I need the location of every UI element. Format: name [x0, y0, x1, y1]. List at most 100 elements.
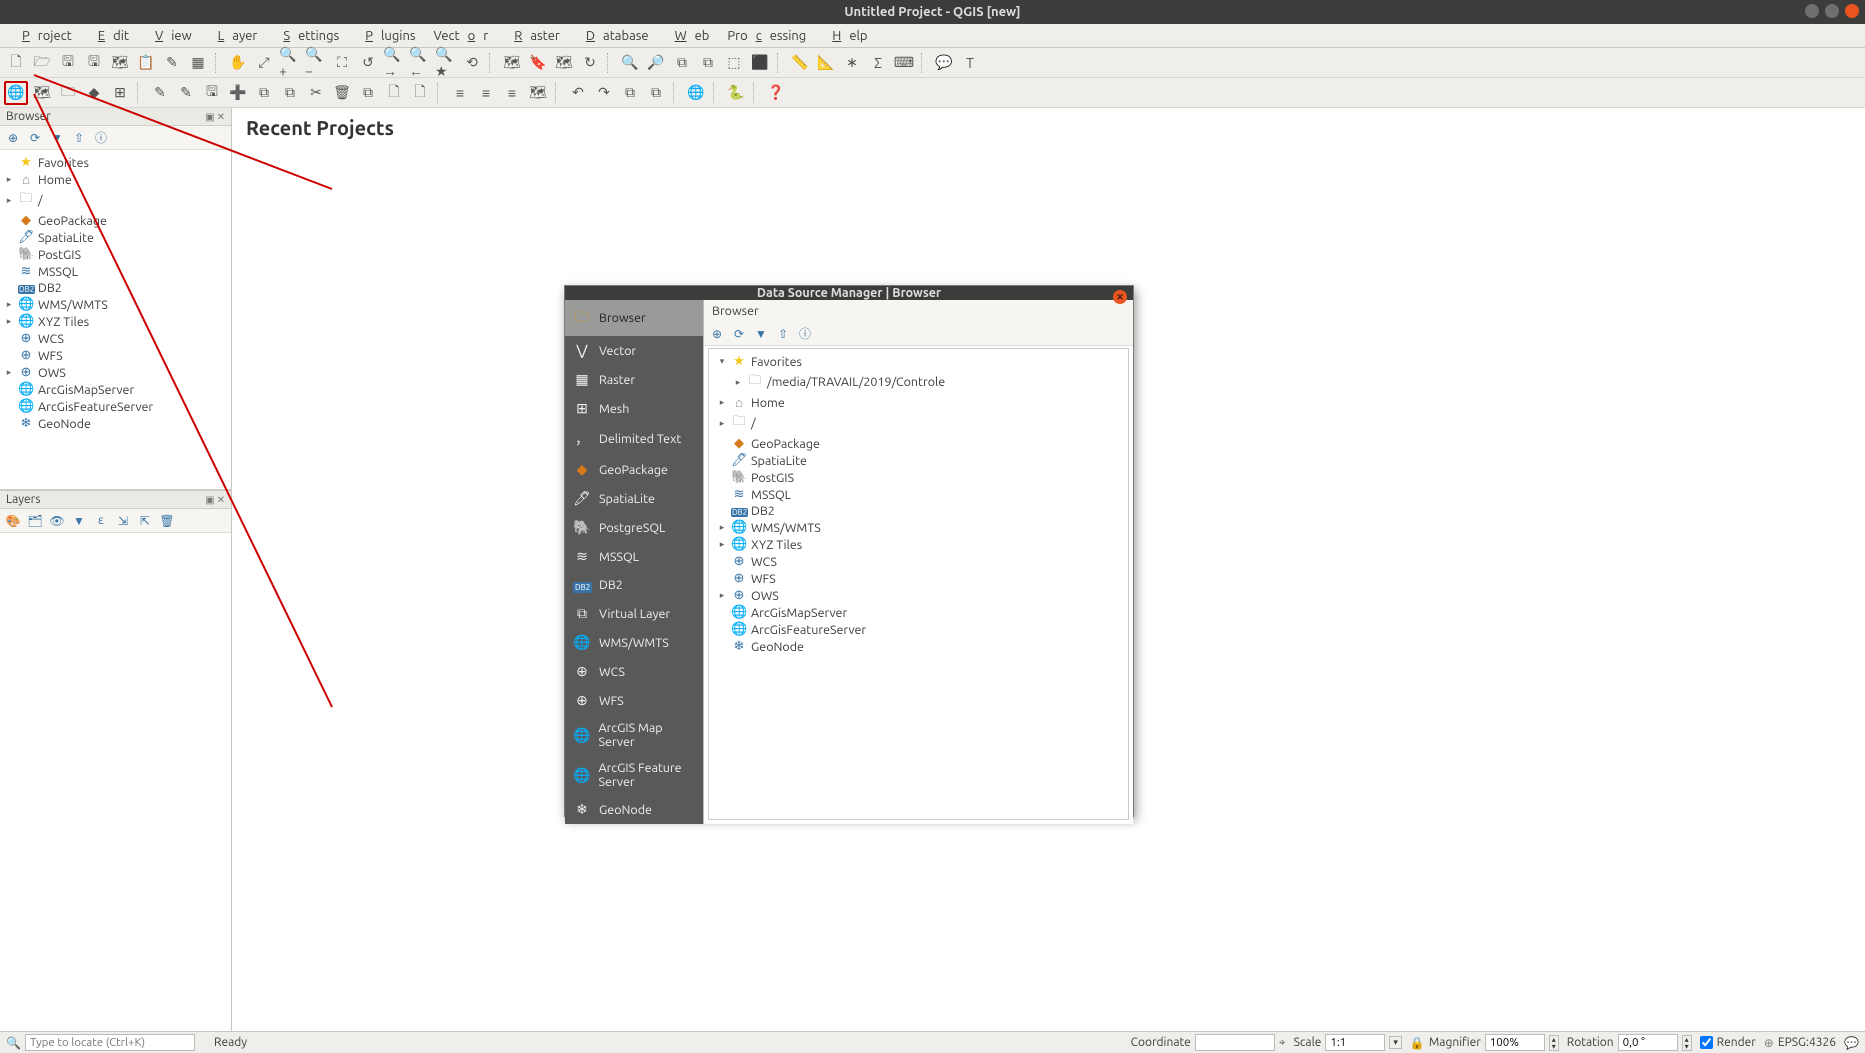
- dsm-tab-mssql[interactable]: ≋MSSQL: [565, 542, 703, 571]
- toolbar-button[interactable]: ⧉: [644, 81, 668, 105]
- menu-plugins[interactable]: Plugins: [349, 27, 423, 45]
- menu-vector[interactable]: Vector: [426, 27, 497, 45]
- menu-edit[interactable]: Edit: [82, 27, 137, 45]
- browser-item[interactable]: 🐘PostGIS: [2, 246, 229, 263]
- layer-filter-icon[interactable]: ▼: [70, 512, 88, 530]
- crs-label[interactable]: EPSG:4326: [1778, 1036, 1836, 1049]
- toolbar-button[interactable]: 🔖: [526, 51, 550, 75]
- dialog-sidebar[interactable]: 🗀Browser⋁Vector▦Raster⊞Mesh，Delimited Te…: [565, 300, 703, 824]
- menu-help[interactable]: Help: [816, 27, 875, 45]
- browser-item[interactable]: ▸🌐XYZ Tiles: [2, 313, 229, 330]
- toolbar-button[interactable]: 🗋: [382, 81, 406, 105]
- dsm-tab-mesh[interactable]: ⊞Mesh: [565, 394, 703, 423]
- dsm-tab-arcgis-feature-server[interactable]: 🌐ArcGIS Feature Server: [565, 755, 703, 795]
- window-minimize-button[interactable]: [1805, 4, 1819, 18]
- toolbar-button[interactable]: ⧉: [252, 81, 276, 105]
- toolbar-button[interactable]: ✎: [160, 51, 184, 75]
- dlg-add-layer-icon[interactable]: ⊕: [708, 325, 726, 343]
- toolbar-button[interactable]: ∗: [840, 51, 864, 75]
- toolbar-button[interactable]: 🗺: [552, 51, 576, 75]
- dsm-tree-item[interactable]: ▸⌂Home: [713, 394, 1124, 411]
- layer-visibility-icon[interactable]: 👁: [48, 512, 66, 530]
- magnifier-input[interactable]: [1485, 1034, 1545, 1051]
- toolbar-button[interactable]: 🖫: [56, 51, 80, 75]
- toolbar-button[interactable]: ≡: [500, 81, 524, 105]
- toolbar-button[interactable]: 🗋: [4, 51, 28, 75]
- dsm-tree-item[interactable]: ≋MSSQL: [713, 486, 1124, 503]
- toolbar-button[interactable]: 🔍−: [304, 51, 328, 75]
- browser-item[interactable]: ★Favorites: [2, 154, 229, 171]
- dsm-tab-wfs[interactable]: ⊕WFS: [565, 686, 703, 715]
- menu-layer[interactable]: Layer: [202, 27, 266, 45]
- dlg-collapse-icon[interactable]: ⇧: [774, 325, 792, 343]
- browser-item[interactable]: ▸⌂Home: [2, 171, 229, 188]
- toolbar-button[interactable]: ↻: [578, 51, 602, 75]
- dsm-tree-item[interactable]: ❄GeoNode: [713, 638, 1124, 655]
- menu-settings[interactable]: Settings: [267, 27, 347, 45]
- layer-expand-icon[interactable]: ⇲: [114, 512, 132, 530]
- locator-input[interactable]: [25, 1034, 195, 1051]
- browser-item[interactable]: 🌐ArcGisFeatureServer: [2, 398, 229, 415]
- layers-panel-undock-icon[interactable]: ▣: [205, 494, 214, 506]
- toolbar-button[interactable]: 🗋: [408, 81, 432, 105]
- messages-icon[interactable]: 💬: [1844, 1036, 1859, 1050]
- toolbar-button[interactable]: ❓: [764, 81, 788, 105]
- menu-database[interactable]: Database: [570, 27, 657, 45]
- dsm-tree-item[interactable]: 🌐ArcGisMapServer: [713, 604, 1124, 621]
- extents-icon[interactable]: ⌖: [1279, 1036, 1286, 1050]
- dsm-tab-virtual-layer[interactable]: ⧉Virtual Layer: [565, 599, 703, 628]
- toolbar-button[interactable]: T: [958, 51, 982, 75]
- dsm-tree-item[interactable]: ▸🗀/: [713, 411, 1124, 435]
- dsm-tree-item[interactable]: ▾★Favorites: [713, 353, 1124, 370]
- window-maximize-button[interactable]: [1825, 4, 1839, 18]
- toolbar-button[interactable]: ✎: [174, 81, 198, 105]
- toolbar-button[interactable]: ⬚: [722, 51, 746, 75]
- dsm-tab-spatialite[interactable]: 🖊SpatiaLite: [565, 484, 703, 513]
- toolbar-button[interactable]: ✂: [304, 81, 328, 105]
- toolbar-button[interactable]: 📏: [788, 51, 812, 75]
- magnifier-spin-icon[interactable]: ▴▾: [1549, 1035, 1559, 1051]
- toolbar-button[interactable]: ↷: [592, 81, 616, 105]
- toolbar-button[interactable]: ◆: [82, 81, 106, 105]
- layer-remove-icon[interactable]: 🗑: [158, 512, 176, 530]
- toolbar-button[interactable]: 🌐: [4, 81, 28, 105]
- toolbar-button[interactable]: 🗺: [108, 51, 132, 75]
- dsm-tree-item[interactable]: ▸🌐XYZ Tiles: [713, 536, 1124, 553]
- toolbar-button[interactable]: 🔍←: [408, 51, 432, 75]
- menu-raster[interactable]: Raster: [498, 27, 568, 45]
- toolbar-button[interactable]: ⧉: [618, 81, 642, 105]
- dsm-tab-db2[interactable]: DB2DB2: [565, 571, 703, 599]
- toolbar-button[interactable]: 🐍: [724, 81, 748, 105]
- menu-project[interactable]: Project: [6, 27, 80, 45]
- coordinate-input[interactable]: [1195, 1034, 1275, 1051]
- toolbar-button[interactable]: 🖫: [82, 51, 106, 75]
- browser-item[interactable]: 🖊SpatiaLite: [2, 229, 229, 246]
- add-layer-icon[interactable]: ⊕: [4, 129, 22, 147]
- toolbar-button[interactable]: ▦: [186, 51, 210, 75]
- browser-item[interactable]: ▸🌐WMS/WMTS: [2, 296, 229, 313]
- browser-item[interactable]: DB2DB2: [2, 280, 229, 296]
- dsm-tree-item[interactable]: ▸⊕OWS: [713, 587, 1124, 604]
- properties-icon[interactable]: ⓘ: [92, 129, 110, 147]
- toolbar-button[interactable]: ⧉: [278, 81, 302, 105]
- dialog-browser-tree[interactable]: ▾★Favorites▸🗀/media/TRAVAIL/2019/Control…: [708, 348, 1129, 820]
- toolbar-button[interactable]: 🔍→: [382, 51, 406, 75]
- collapse-icon[interactable]: ⇧: [70, 129, 88, 147]
- dialog-close-button[interactable]: ✕: [1113, 290, 1127, 304]
- toolbar-button[interactable]: 🗺: [526, 81, 550, 105]
- browser-item[interactable]: ❄GeoNode: [2, 415, 229, 432]
- browser-item[interactable]: ⊕WCS: [2, 330, 229, 347]
- dsm-tree-item[interactable]: ⊕WFS: [713, 570, 1124, 587]
- toolbar-button[interactable]: 🗑: [330, 81, 354, 105]
- toolbar-button[interactable]: 🌐: [684, 81, 708, 105]
- dsm-tab-postgresql[interactable]: 🐘PostgreSQL: [565, 513, 703, 542]
- layers-panel-close-icon[interactable]: ✕: [217, 494, 225, 506]
- refresh-icon[interactable]: ⟳: [26, 129, 44, 147]
- toolbar-button[interactable]: ↺: [356, 51, 380, 75]
- toolbar-button[interactable]: ⧉: [696, 51, 720, 75]
- scale-input[interactable]: [1325, 1034, 1385, 1051]
- toolbar-button[interactable]: 🔍: [618, 51, 642, 75]
- dsm-tab-geopackage[interactable]: ◆GeoPackage: [565, 455, 703, 484]
- toolbar-button[interactable]: 🗺: [30, 81, 54, 105]
- dsm-tree-item[interactable]: ▸🗀/media/TRAVAIL/2019/Controle: [713, 370, 1124, 394]
